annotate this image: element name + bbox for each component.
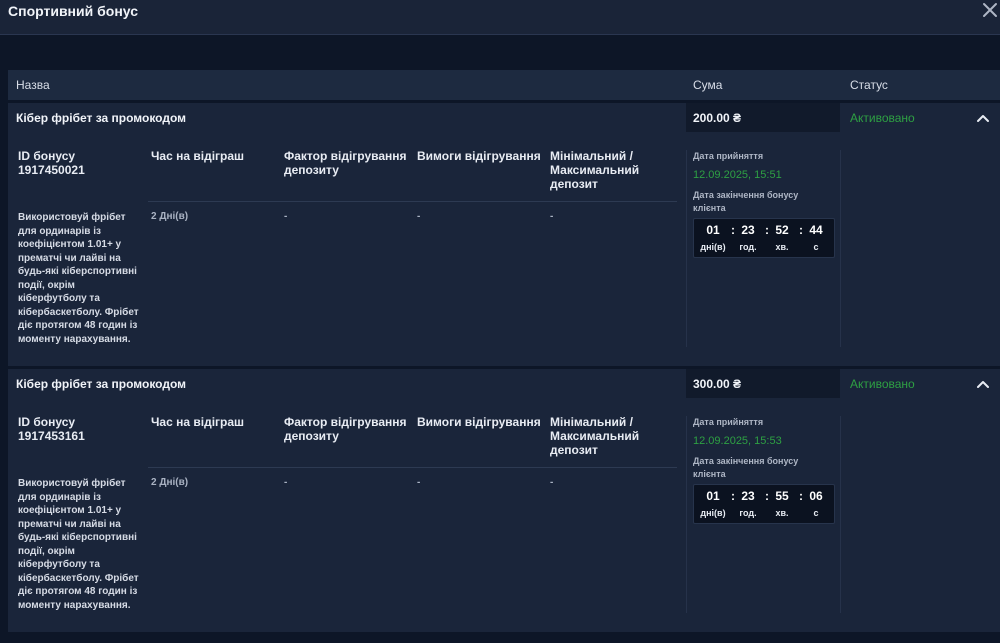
bonus-sum-cell: 200.00 ₴ bbox=[686, 103, 840, 132]
column-wager-requirements: Вимоги відігрування bbox=[417, 149, 541, 163]
bonus-id: ID бонусу 1917450021 bbox=[18, 149, 85, 177]
column-header-name: Назва bbox=[16, 78, 50, 92]
accepted-date-label: Дата прийняття bbox=[693, 151, 764, 161]
column-wager-requirements: Вимоги відігрування bbox=[417, 415, 541, 429]
column-min-max-deposit: Мінімальний / Максимальний депозит bbox=[550, 149, 640, 191]
wager-time-value: 2 Дні(в) bbox=[151, 477, 189, 488]
countdown-timer: 01 : 23 : 52 : 44 дні(в) год. хв. с bbox=[693, 218, 835, 258]
countdown-timer: 01 : 23 : 55 : 06 дні(в) год. хв. с bbox=[693, 484, 835, 524]
timer-hours-unit: год. bbox=[739, 508, 757, 518]
timer-days: 01 bbox=[706, 223, 720, 237]
bonus-name: Кібер фрібет за промокодом bbox=[16, 377, 187, 391]
accepted-date: 12.09.2025, 15:53 bbox=[693, 435, 782, 447]
bonus-row[interactable]: Кібер фрібет за промокодом 300.00 ₴ Акти… bbox=[8, 369, 1000, 398]
timer-days: 01 bbox=[706, 489, 720, 503]
end-date-label: Дата закінчення бонусу клієнта bbox=[693, 190, 799, 213]
timer-minutes: 52 bbox=[775, 223, 789, 237]
divider bbox=[840, 416, 841, 613]
wager-requirements-value: - bbox=[417, 211, 421, 222]
bonus-details: ID бонусу 1917453161 Час на відіграш Фак… bbox=[8, 398, 1000, 632]
accepted-date: 12.09.2025, 15:51 bbox=[693, 169, 782, 181]
divider bbox=[686, 416, 687, 613]
bonus-item: Кібер фрібет за промокодом 300.00 ₴ Акти… bbox=[8, 369, 1000, 632]
wager-time-value: 2 Дні(в) bbox=[151, 211, 189, 222]
table-header: Назва Сума Статус bbox=[8, 70, 1000, 100]
bonus-description: Використовуй фрібет для ординарів із кое… bbox=[18, 212, 139, 345]
divider bbox=[148, 201, 677, 202]
timer-hours: 23 bbox=[741, 489, 755, 503]
timer-seconds: 06 bbox=[809, 489, 823, 503]
timer-days-unit: дні(в) bbox=[700, 508, 726, 518]
bonus-sum: 200.00 ₴ bbox=[693, 111, 742, 125]
column-deposit-factor: Фактор відігрування депозиту bbox=[284, 149, 407, 177]
column-wager-time: Час на відіграш bbox=[151, 415, 245, 429]
divider bbox=[686, 150, 687, 347]
bonus-sum: 300.00 ₴ bbox=[693, 377, 742, 391]
deposit-factor-value: - bbox=[284, 211, 288, 222]
bonus-name: Кібер фрібет за промокодом bbox=[16, 111, 187, 125]
timer-minutes: 55 bbox=[775, 489, 789, 503]
min-max-deposit-value: - bbox=[550, 477, 554, 488]
divider bbox=[148, 467, 677, 468]
chevron-up-icon[interactable] bbox=[976, 377, 990, 389]
timer-hours-unit: год. bbox=[739, 242, 757, 252]
divider bbox=[840, 150, 841, 347]
end-date-label: Дата закінчення бонусу клієнта bbox=[693, 456, 799, 479]
column-min-max-deposit: Мінімальний / Максимальний депозит bbox=[550, 415, 640, 457]
status-badge: Активовано bbox=[850, 111, 915, 125]
timer-seconds-unit: с bbox=[813, 242, 819, 252]
timer-minutes-unit: хв. bbox=[775, 242, 789, 252]
bonus-row[interactable]: Кібер фрібет за промокодом 200.00 ₴ Акти… bbox=[8, 103, 1000, 132]
column-deposit-factor: Фактор відігрування депозиту bbox=[284, 415, 407, 443]
bonus-description: Використовуй фрібет для ординарів із кое… bbox=[18, 478, 139, 611]
timer-seconds-unit: с bbox=[813, 508, 819, 518]
timer-hours: 23 bbox=[741, 223, 755, 237]
timer-seconds: 44 bbox=[809, 223, 823, 237]
close-icon[interactable] bbox=[980, 0, 1000, 22]
timer-days-unit: дні(в) bbox=[700, 242, 726, 252]
dialog-title: Спортивний бонус bbox=[8, 3, 138, 19]
chevron-up-icon[interactable] bbox=[976, 111, 990, 123]
bonus-table: Назва Сума Статус Кібер фрібет за промок… bbox=[8, 70, 1000, 632]
column-wager-time: Час на відіграш bbox=[151, 149, 245, 163]
bonus-item: Кібер фрібет за промокодом 200.00 ₴ Акти… bbox=[8, 103, 1000, 366]
deposit-factor-value: - bbox=[284, 477, 288, 488]
bonus-sum-cell: 300.00 ₴ bbox=[686, 369, 840, 398]
bonus-details: ID бонусу 1917450021 Час на відіграш Фак… bbox=[8, 132, 1000, 366]
timer-minutes-unit: хв. bbox=[775, 508, 789, 518]
accepted-date-label: Дата прийняття bbox=[693, 417, 764, 427]
column-header-status: Статус bbox=[850, 78, 888, 92]
column-header-sum: Сума bbox=[693, 78, 723, 92]
wager-requirements-value: - bbox=[417, 477, 421, 488]
bonus-id: ID бонусу 1917453161 bbox=[18, 415, 85, 443]
min-max-deposit-value: - bbox=[550, 211, 554, 222]
dialog-header: Спортивний бонус bbox=[0, 0, 1000, 35]
status-badge: Активовано bbox=[850, 377, 915, 391]
